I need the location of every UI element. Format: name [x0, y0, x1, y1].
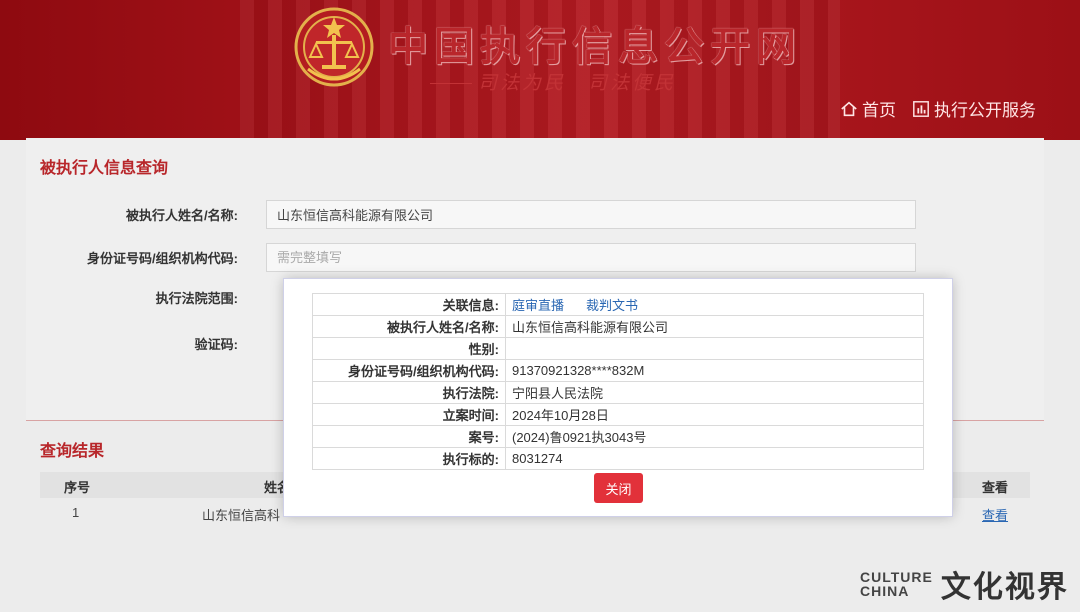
- detail-row-amount: 执行标的: 8031274: [312, 447, 924, 470]
- trial-live-link[interactable]: 庭审直播: [512, 298, 564, 313]
- detail-id-label: 身份证号码/组织机构代码:: [312, 359, 506, 382]
- detail-case-number-label: 案号:: [312, 425, 506, 448]
- detail-row-related: 关联信息: 庭审直播 裁判文书: [312, 293, 924, 316]
- detail-court-label: 执行法院:: [312, 381, 506, 404]
- related-info-label: 关联信息:: [312, 293, 506, 316]
- detail-id-value: 91370921328****832M: [505, 359, 924, 382]
- detail-filing-date-label: 立案时间:: [312, 403, 506, 426]
- close-button[interactable]: 关闭: [594, 473, 643, 503]
- judgment-docs-link[interactable]: 裁判文书: [586, 298, 638, 313]
- detail-name-value: 山东恒信高科能源有限公司: [505, 315, 924, 338]
- detail-table: 关联信息: 庭审直播 裁判文书 被执行人姓名/名称: 山东恒信高科能源有限公司 性…: [312, 293, 924, 470]
- detail-gender-label: 性别:: [312, 337, 506, 360]
- detail-row-court: 执行法院: 宁阳县人民法院: [312, 381, 924, 404]
- culture-china-watermark: CULTURE CHINA 文化视界: [860, 562, 1069, 606]
- detail-case-number-value: (2024)鲁0921执3043号: [505, 425, 924, 448]
- detail-amount-label: 执行标的:: [312, 447, 506, 470]
- detail-row-name: 被执行人姓名/名称: 山东恒信高科能源有限公司: [312, 315, 924, 338]
- watermark-zh: 文化视界: [940, 571, 1069, 604]
- detail-row-filing-date: 立案时间: 2024年10月28日: [312, 403, 924, 426]
- detail-gender-value: [505, 337, 924, 360]
- detail-row-gender: 性别:: [312, 337, 924, 360]
- detail-name-label: 被执行人姓名/名称:: [312, 315, 506, 338]
- detail-modal: 关联信息: 庭审直播 裁判文书 被执行人姓名/名称: 山东恒信高科能源有限公司 性…: [284, 279, 952, 516]
- watermark-en-bottom: CHINA: [860, 583, 910, 599]
- detail-court-value: 宁阳县人民法院: [505, 381, 924, 404]
- watermark-en-top: CULTURE: [860, 569, 933, 585]
- detail-row-id: 身份证号码/组织机构代码: 91370921328****832M: [312, 359, 924, 382]
- watermark-en: CULTURE CHINA: [860, 570, 933, 598]
- detail-row-case-number: 案号: (2024)鲁0921执3043号: [312, 425, 924, 448]
- detail-amount-value: 8031274: [505, 447, 924, 470]
- detail-filing-date-value: 2024年10月28日: [505, 403, 924, 426]
